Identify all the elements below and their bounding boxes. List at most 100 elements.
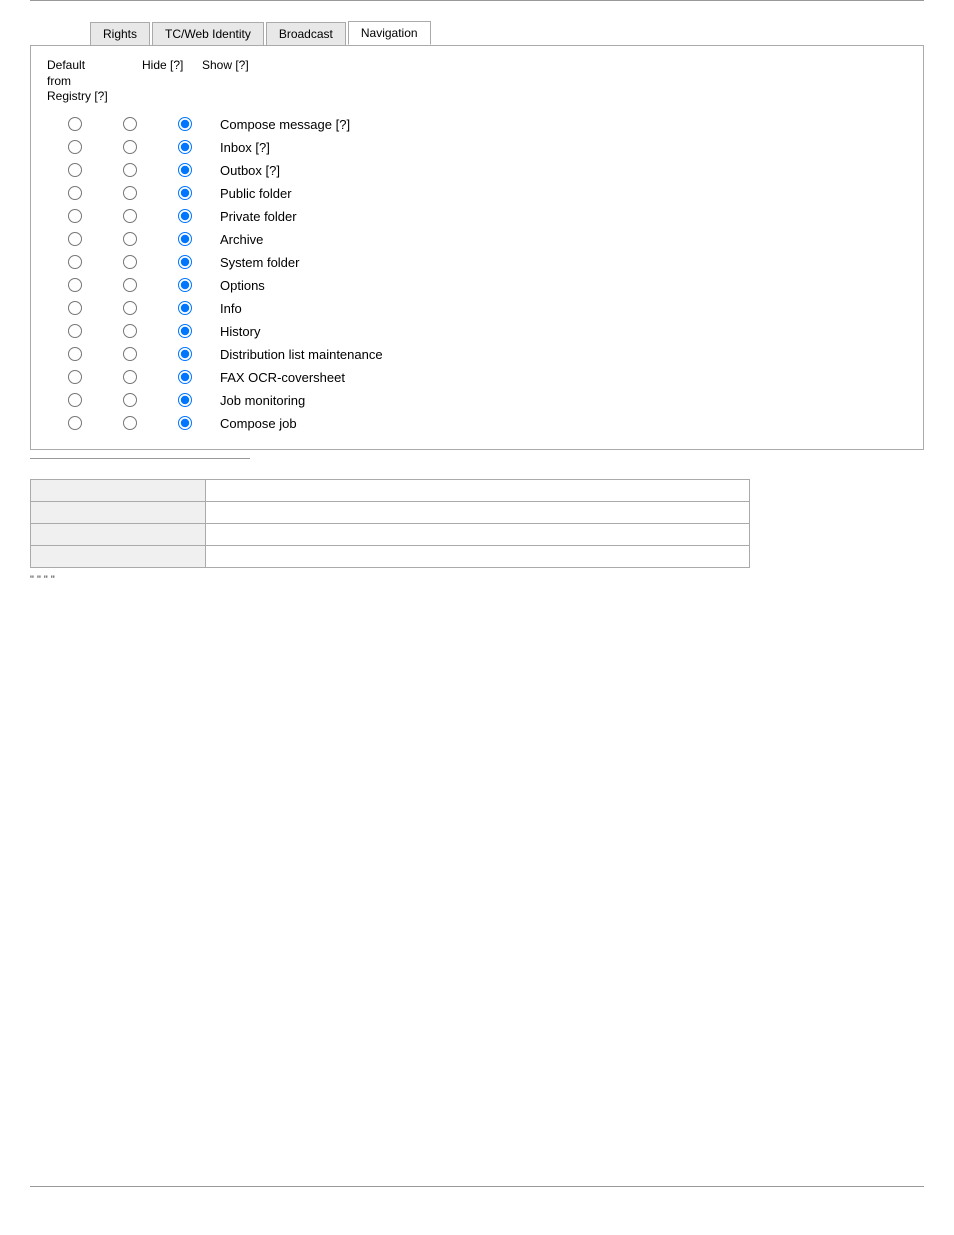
nav-item-job-monitoring: Job monitoring — [47, 391, 907, 410]
radio-col-show-2 — [157, 140, 212, 154]
radio-hide-private-folder[interactable] — [123, 209, 137, 223]
label-private-folder: Private folder — [220, 209, 297, 224]
nav-item-history: History — [47, 322, 907, 341]
radio-show-inbox[interactable] — [178, 140, 192, 154]
radio-col-show-14 — [157, 416, 212, 430]
tab-broadcast[interactable]: Broadcast — [266, 22, 346, 45]
radio-hide-history[interactable] — [123, 324, 137, 338]
radio-col-default-10 — [47, 324, 102, 338]
radio-show-info[interactable] — [178, 301, 192, 315]
radio-col-default-5 — [47, 209, 102, 223]
top-border — [30, 0, 924, 1]
radio-col-default-8 — [47, 278, 102, 292]
radio-show-options[interactable] — [178, 278, 192, 292]
label-system-folder: System folder — [220, 255, 299, 270]
radio-default-private-folder[interactable] — [68, 209, 82, 223]
label-compose-message: Compose message [?] — [220, 117, 350, 132]
radio-hide-distlist[interactable] — [123, 347, 137, 361]
tab-rights[interactable]: Rights — [90, 22, 150, 45]
radio-show-system-folder[interactable] — [178, 255, 192, 269]
radio-hide-compose-job[interactable] — [123, 416, 137, 430]
radio-default-inbox[interactable] — [68, 140, 82, 154]
radio-hide-inbox[interactable] — [123, 140, 137, 154]
radio-col-hide-4 — [102, 186, 157, 200]
radio-col-default-7 — [47, 255, 102, 269]
radio-col-hide-5 — [102, 209, 157, 223]
radio-col-show-13 — [157, 393, 212, 407]
radio-col-default-12 — [47, 370, 102, 384]
nav-item-private-folder: Private folder — [47, 207, 907, 226]
label-compose-job: Compose job — [220, 416, 297, 431]
radio-default-fax-ocr[interactable] — [68, 370, 82, 384]
radio-default-compose-job[interactable] — [68, 416, 82, 430]
radio-col-show-7 — [157, 255, 212, 269]
table-row — [31, 545, 750, 567]
radio-hide-job-monitoring[interactable] — [123, 393, 137, 407]
radio-col-show-1 — [157, 117, 212, 131]
radio-default-distlist[interactable] — [68, 347, 82, 361]
tab-tcweb[interactable]: TC/Web Identity — [152, 22, 264, 45]
radio-show-compose-job[interactable] — [178, 416, 192, 430]
radio-show-job-monitoring[interactable] — [178, 393, 192, 407]
radio-hide-outbox[interactable] — [123, 163, 137, 177]
radio-hide-system-folder[interactable] — [123, 255, 137, 269]
radio-hide-archive[interactable] — [123, 232, 137, 246]
table-cell-value-4 — [206, 545, 750, 567]
radio-hide-public-folder[interactable] — [123, 186, 137, 200]
radio-col-hide-3 — [102, 163, 157, 177]
radio-show-archive[interactable] — [178, 232, 192, 246]
label-public-folder: Public folder — [220, 186, 292, 201]
table-cell-value-2 — [206, 501, 750, 523]
radio-col-hide-13 — [102, 393, 157, 407]
nav-item-compose-message: Compose message [?] — [47, 115, 907, 134]
radio-show-fax-ocr[interactable] — [178, 370, 192, 384]
nav-item-inbox: Inbox [?] — [47, 138, 907, 157]
radio-col-show-12 — [157, 370, 212, 384]
nav-item-fax-ocr: FAX OCR-coversheet — [47, 368, 907, 387]
table-cell-label-4 — [31, 545, 206, 567]
radio-hide-compose[interactable] — [123, 117, 137, 131]
radio-default-system-folder[interactable] — [68, 255, 82, 269]
radio-col-hide-14 — [102, 416, 157, 430]
radio-col-hide-11 — [102, 347, 157, 361]
radio-hide-options[interactable] — [123, 278, 137, 292]
radio-hide-fax-ocr[interactable] — [123, 370, 137, 384]
radio-col-hide-9 — [102, 301, 157, 315]
table-section: " " " " — [30, 479, 924, 586]
radio-hide-info[interactable] — [123, 301, 137, 315]
page-footer — [0, 1186, 954, 1187]
radio-default-compose[interactable] — [68, 117, 82, 131]
radio-default-job-monitoring[interactable] — [68, 393, 82, 407]
radio-col-show-4 — [157, 186, 212, 200]
radio-default-outbox[interactable] — [68, 163, 82, 177]
radio-col-hide-12 — [102, 370, 157, 384]
label-info: Info — [220, 301, 242, 316]
bottom-border — [30, 1186, 924, 1187]
radio-col-show-9 — [157, 301, 212, 315]
radio-show-history[interactable] — [178, 324, 192, 338]
radio-col-hide-6 — [102, 232, 157, 246]
radio-default-archive[interactable] — [68, 232, 82, 246]
nav-item-distribution-list: Distribution list maintenance — [47, 345, 907, 364]
radio-show-private-folder[interactable] — [178, 209, 192, 223]
radio-col-default-9 — [47, 301, 102, 315]
radio-col-show-5 — [157, 209, 212, 223]
radio-show-compose[interactable] — [178, 117, 192, 131]
label-archive: Archive — [220, 232, 263, 247]
tab-content-navigation: DefaultfromRegistry [?] Hide [?] Show [?… — [30, 45, 924, 450]
radio-default-history[interactable] — [68, 324, 82, 338]
radio-col-show-6 — [157, 232, 212, 246]
radio-default-info[interactable] — [68, 301, 82, 315]
radio-show-outbox[interactable] — [178, 163, 192, 177]
radio-col-show-10 — [157, 324, 212, 338]
radio-col-default-14 — [47, 416, 102, 430]
radio-show-distlist[interactable] — [178, 347, 192, 361]
tabs-row: Rights TC/Web Identity Broadcast Navigat… — [30, 21, 924, 45]
radio-show-public-folder[interactable] — [178, 186, 192, 200]
tab-navigation[interactable]: Navigation — [348, 21, 431, 45]
radio-default-public-folder[interactable] — [68, 186, 82, 200]
info-table — [30, 479, 750, 568]
label-options: Options — [220, 278, 265, 293]
radio-default-options[interactable] — [68, 278, 82, 292]
table-row — [31, 479, 750, 501]
